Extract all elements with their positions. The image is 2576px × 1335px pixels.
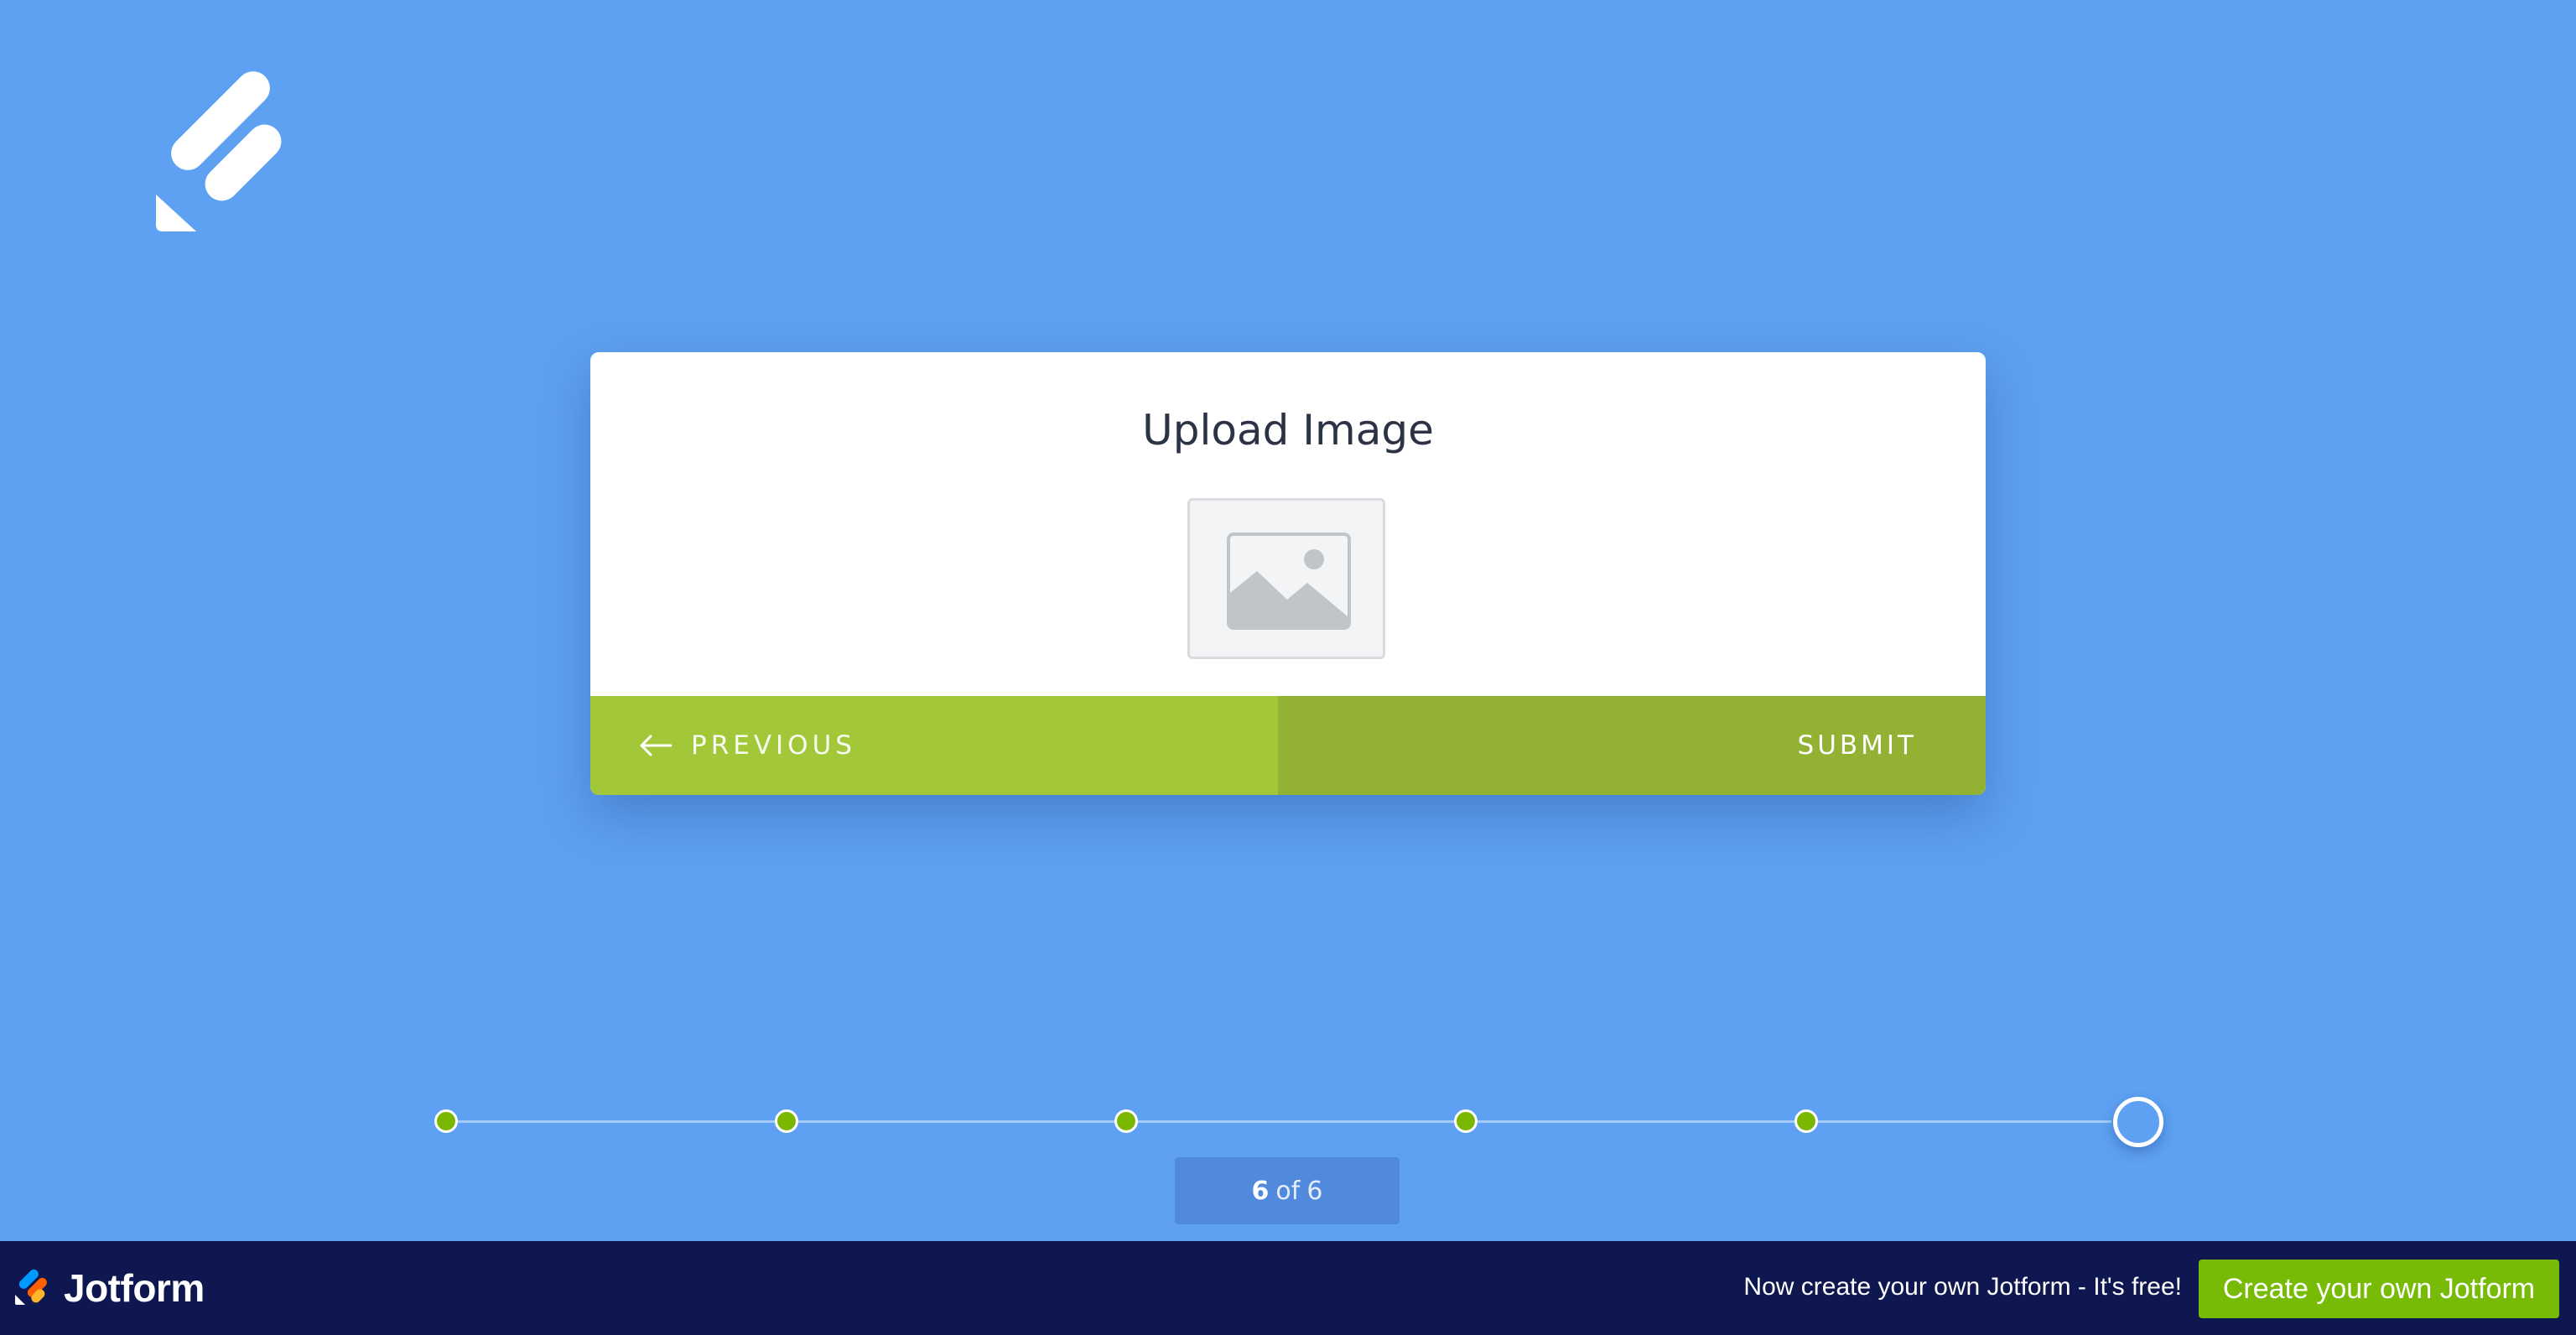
step-1[interactable] [434,1109,458,1133]
submit-button[interactable]: SUBMIT [1278,696,1986,795]
total-steps: 6 [1306,1176,1323,1206]
current-step-number: 6 [1251,1176,1270,1206]
promo-text: Now create your own Jotform - It's free! [1743,1273,2182,1301]
image-placeholder-icon [1187,498,1385,659]
brand-name: Jotform [64,1266,205,1310]
create-jotform-button[interactable]: Create your own Jotform [2199,1260,2559,1318]
jotform-logo-icon [156,70,304,231]
step-2[interactable] [775,1109,798,1133]
form-navigation: PREVIOUS SUBMIT [590,696,1986,795]
step-4[interactable] [1454,1109,1478,1133]
progress-line [434,1120,2111,1123]
previous-button[interactable]: PREVIOUS [590,696,1278,795]
previous-label: PREVIOUS [691,730,856,761]
progress-steps [434,1093,2163,1149]
step-6-current[interactable] [2113,1097,2163,1147]
jotform-brand-link[interactable]: Jotform [13,1265,205,1312]
submit-label: SUBMIT [1797,730,1917,761]
step-5[interactable] [1794,1109,1818,1133]
jotform-brand-icon [13,1266,54,1311]
question-title: Upload Image [1142,406,1434,455]
step-3[interactable] [1114,1109,1138,1133]
form-card: Upload Image PREVIOUS SUBMIT [590,352,1986,795]
of-label: of [1275,1176,1301,1206]
jotform-footer-bar: Jotform Now create your own Jotform - It… [0,1241,2576,1335]
arrow-left-icon [639,735,673,756]
step-counter: 6 of 6 [1175,1157,1400,1224]
